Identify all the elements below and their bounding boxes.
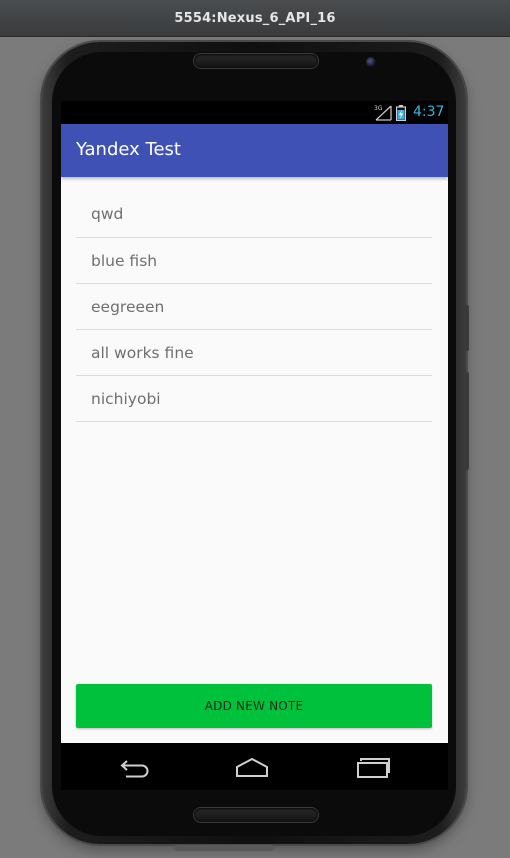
volume-button[interactable] [465, 372, 469, 470]
top-speaker [194, 54, 318, 68]
signal-icon: 3G [374, 105, 392, 121]
note-item[interactable]: all works fine [76, 330, 432, 376]
status-bar: 3G 4:37 [61, 101, 448, 124]
device-screen: 3G 4:37 Yandex Test qwd blue fish eegree… [61, 101, 448, 790]
app-title: Yandex Test [76, 139, 181, 160]
note-item[interactable]: nichiyobi [76, 376, 432, 422]
add-new-note-button[interactable]: ADD NEW NOTE [76, 684, 432, 728]
note-item[interactable]: eegreeen [76, 284, 432, 330]
recents-icon[interactable] [355, 756, 391, 778]
note-item[interactable]: blue fish [76, 238, 432, 284]
app-bar: Yandex Test [61, 124, 448, 177]
note-item[interactable]: qwd [76, 191, 432, 238]
navigation-bar [61, 743, 448, 790]
bottom-edge [174, 845, 274, 851]
bottom-speaker [194, 808, 318, 822]
window-title: 5554:Nexus_6_API_16 [174, 10, 336, 26]
emulator-title-bar: 5554:Nexus_6_API_16 [0, 0, 510, 37]
battery-charging-icon [396, 105, 406, 121]
note-list: qwd blue fish eegreeen all works fine ni… [76, 191, 432, 422]
status-time: 4:37 [413, 104, 445, 120]
power-button[interactable] [465, 305, 469, 351]
svg-text:3G: 3G [374, 105, 383, 112]
back-icon[interactable] [118, 756, 154, 778]
front-camera [366, 57, 376, 67]
home-icon[interactable] [235, 756, 271, 778]
